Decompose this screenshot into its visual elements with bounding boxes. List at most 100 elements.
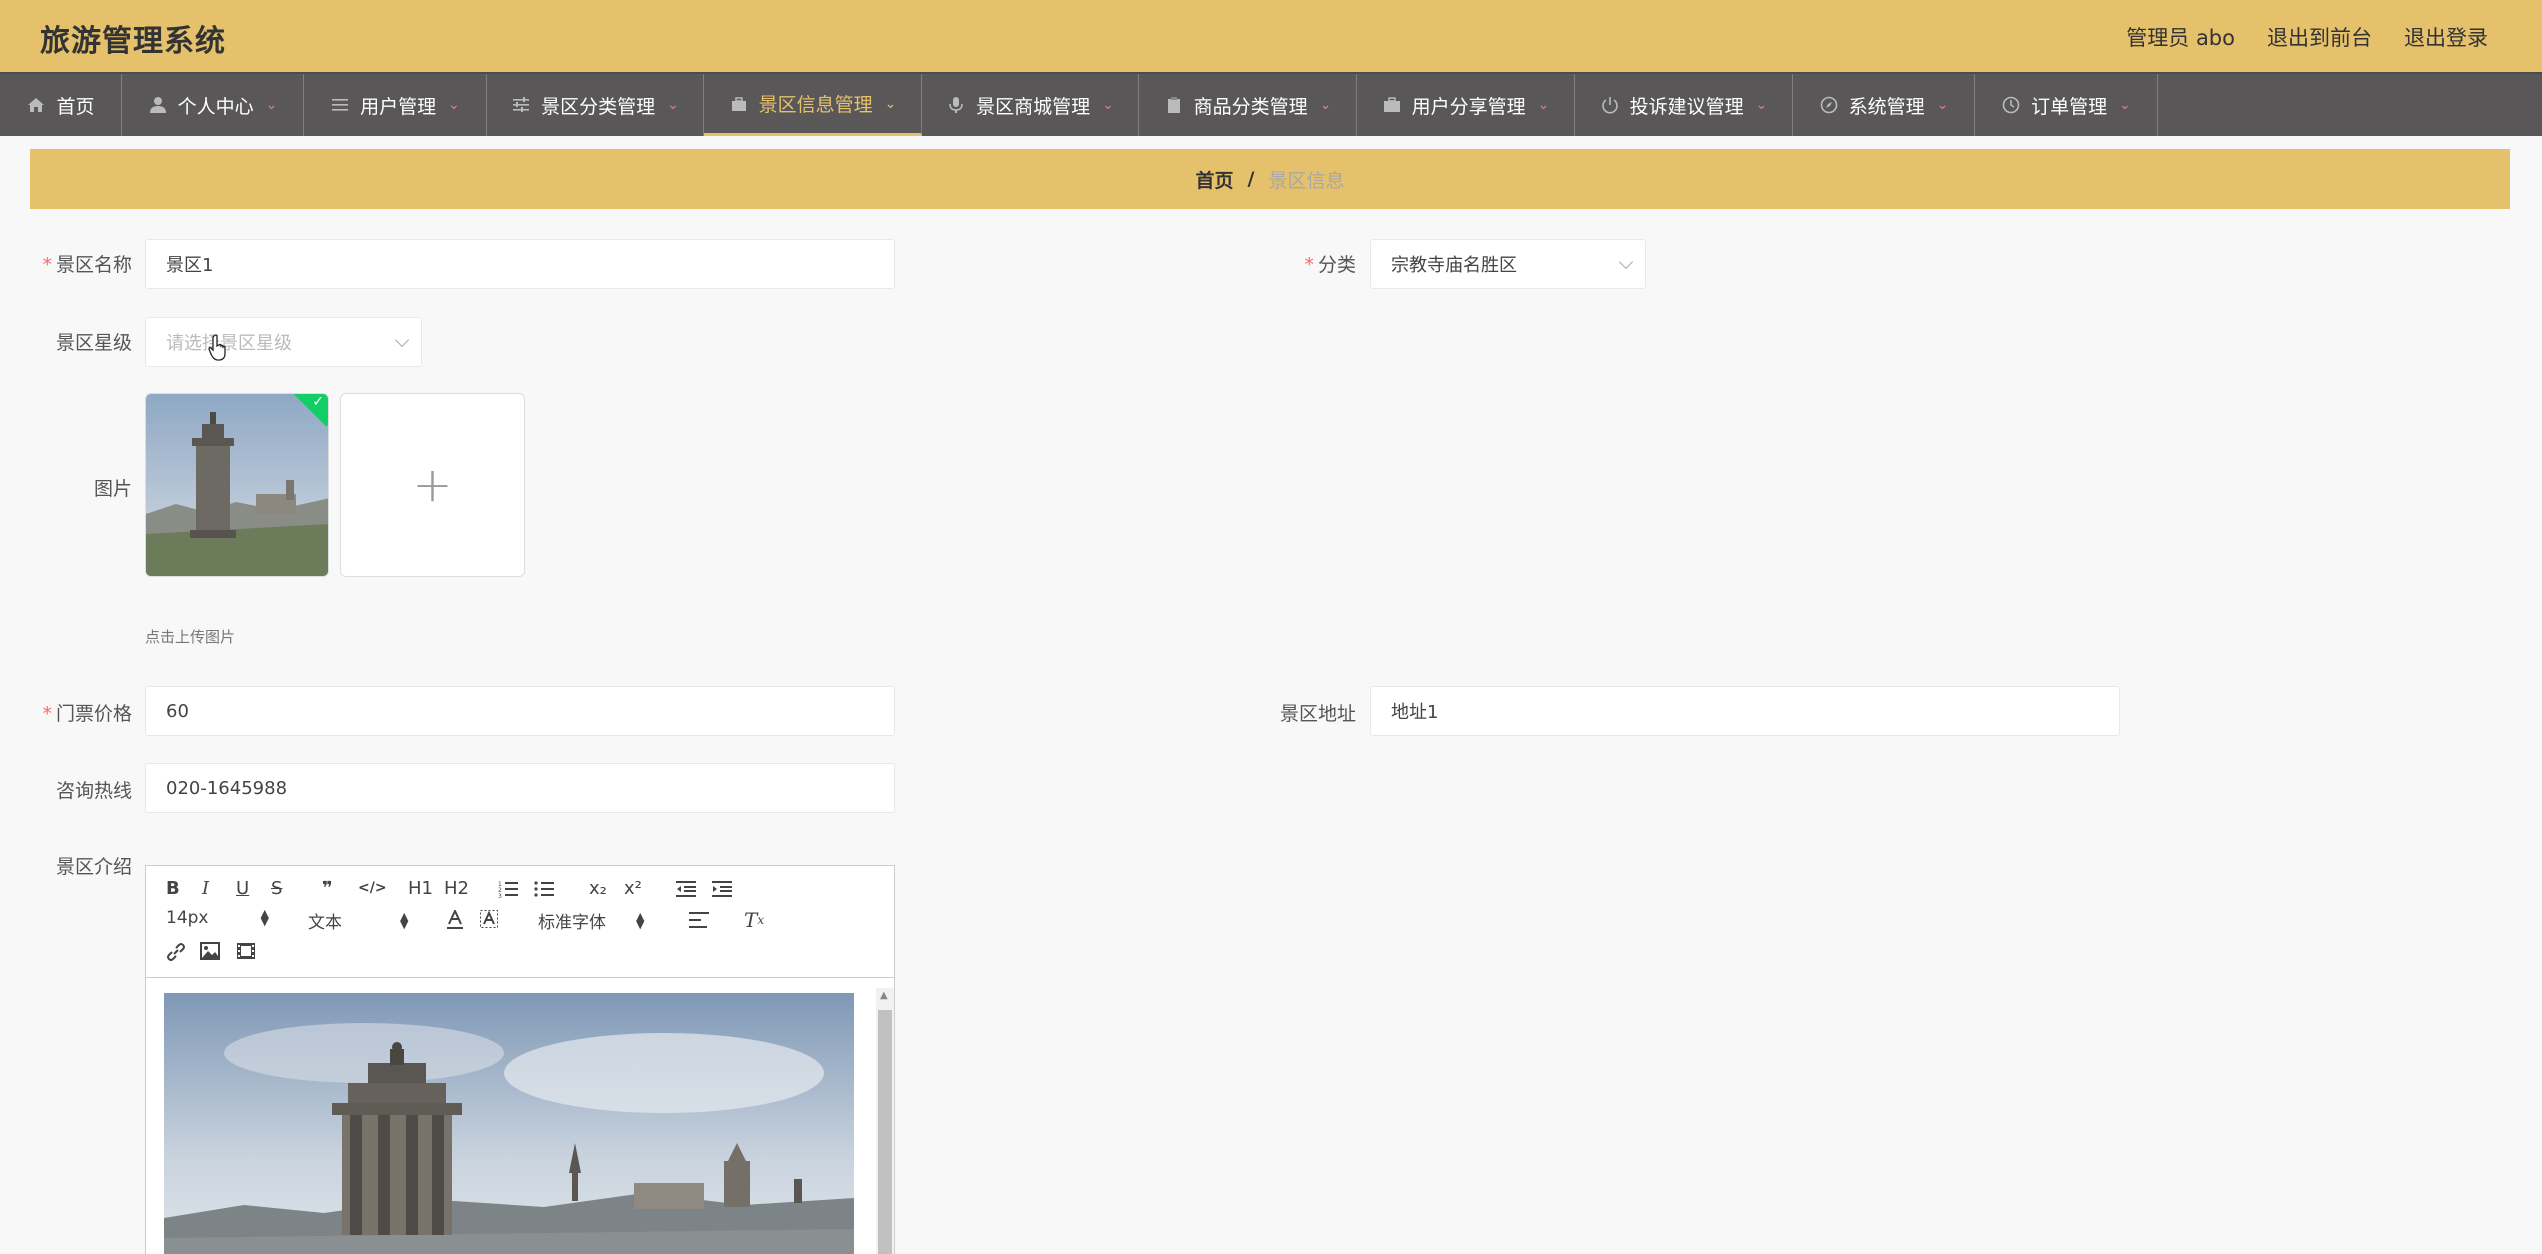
outdent-icon[interactable] [676, 880, 696, 898]
bold-button[interactable]: B [166, 878, 180, 899]
nav-label: 系统管理 [1848, 95, 1925, 118]
nav-user-management[interactable]: 用户管理 ⌄ [304, 74, 487, 136]
link-icon[interactable] [166, 942, 186, 962]
font-family-value: 标准字体 [538, 913, 606, 933]
up-down-icon: ▲ ▼ [400, 909, 409, 931]
superscript-button[interactable]: x² [624, 878, 642, 899]
top-header: 旅游管理系统 管理员 abo 退出到前台 退出登录 [0, 0, 2542, 72]
nav-scenic-mall-management[interactable]: 景区商城管理 ⌄ [922, 74, 1139, 136]
home-icon [26, 95, 46, 115]
clear-format-icon[interactable]: Tx [744, 908, 764, 932]
nav-label: 商品分类管理 [1193, 95, 1308, 118]
subscript-button[interactable]: x₂ [589, 878, 607, 899]
font-family-select[interactable]: 标准字体 ▲ ▼ [538, 908, 645, 934]
header-links: 管理员 abo 退出到前台 退出登录 [2126, 22, 2488, 52]
compass-icon [1819, 95, 1839, 115]
nav-home[interactable]: 首页 [0, 74, 122, 136]
font-size-value: 14px [166, 908, 209, 928]
up-down-icon: ▲ ▼ [636, 909, 645, 931]
list-icon [330, 95, 350, 115]
editor-scrollbar[interactable]: ▲ [876, 988, 894, 1254]
nav-label: 景区商城管理 [976, 95, 1091, 118]
font-size-select[interactable]: 14px ▲ ▼ [166, 908, 269, 928]
block-format-select[interactable]: 文本 ▲ ▼ [308, 908, 409, 934]
briefcase-icon [729, 94, 749, 114]
user-icon [148, 95, 168, 115]
scroll-up-arrow-icon[interactable]: ▲ [880, 990, 888, 1001]
block-format-value: 文本 [308, 913, 342, 933]
nav-order-management[interactable]: 订单管理 ⌄ [1975, 74, 2158, 136]
chevron-down-icon: ⌄ [448, 97, 460, 113]
breadcrumb-current: 景区信息 [1268, 169, 1345, 192]
category-label: * 分类 [1304, 254, 1356, 276]
intro-label: 景区介绍 [55, 856, 132, 878]
address-input[interactable]: 地址1 [1370, 686, 2120, 736]
quote-button[interactable]: ❞ [322, 878, 333, 899]
hotline-label: 咨询热线 [55, 780, 132, 802]
uploaded-image-thumbnail[interactable]: ✓ [145, 393, 329, 577]
chevron-down-icon: ⌄ [884, 95, 897, 112]
bullet-list-icon[interactable] [534, 880, 554, 898]
rich-text-editor: B I U S ❞ </> H1 H2 123 x₂ x² 14px ▲ ▼ 文本 ▲… [145, 865, 895, 1254]
scrollbar-thumb[interactable] [878, 1010, 892, 1254]
upload-tip: 点击上传图片 [145, 628, 236, 646]
clock-icon [2001, 95, 2021, 115]
image-icon[interactable] [200, 942, 220, 960]
main-nav: 首页 个人中心 ⌄ 用户管理 ⌄ 景区分类管理 ⌄ 景区信息管理 ⌄ 景区商城管… [0, 72, 2542, 136]
clipboard-icon [1164, 95, 1184, 115]
header2-button[interactable]: H2 [444, 878, 469, 899]
editor-content[interactable]: ▲ [146, 978, 894, 1254]
underline-button[interactable]: U [236, 878, 249, 899]
chevron-down-icon: ⌄ [1102, 97, 1114, 113]
nav-user-share-management[interactable]: 用户分享管理 ⌄ [1357, 74, 1575, 136]
editor-toolbar: B I U S ❞ </> H1 H2 123 x₂ x² 14px ▲ ▼ 文本 ▲… [146, 866, 894, 978]
scenic-name-input[interactable]: 景区1 [145, 239, 895, 289]
hand-cursor-icon [208, 334, 226, 361]
italic-button[interactable]: I [202, 878, 209, 899]
text-color-icon[interactable] [446, 910, 464, 930]
monument-photo [146, 394, 328, 576]
background-color-icon[interactable] [480, 910, 498, 930]
hotline-input[interactable]: 020-1645988 [145, 763, 895, 813]
admin-user-label[interactable]: 管理员 abo [2126, 22, 2235, 52]
sliders-icon [511, 95, 531, 115]
nav-scenic-info-management[interactable]: 景区信息管理 ⌄ [704, 74, 922, 136]
microphone-icon [946, 95, 966, 115]
ordered-list-icon[interactable]: 123 [498, 880, 518, 898]
logout-link[interactable]: 退出登录 [2404, 22, 2488, 52]
chevron-down-icon [394, 332, 410, 348]
nav-scenic-category-management[interactable]: 景区分类管理 ⌄ [487, 74, 704, 136]
chevron-down-icon: ⌄ [1319, 97, 1332, 113]
breadcrumb: 首页 / 景区信息 [30, 149, 2510, 209]
ticket-price-input[interactable]: 60 [145, 686, 895, 736]
header1-button[interactable]: H1 [408, 878, 433, 899]
nav-label: 景区分类管理 [541, 95, 656, 118]
chevron-down-icon: ⌄ [2119, 97, 2131, 113]
nav-complaint-management[interactable]: 投诉建议管理 ⌄ [1575, 74, 1793, 136]
category-select[interactable]: 宗教寺庙名胜区 [1370, 239, 1646, 289]
scenic-star-select[interactable]: 请选择景区星级 [145, 317, 422, 367]
ticket-price-label: * 门票价格 [42, 703, 132, 725]
breadcrumb-separator: / [1247, 168, 1255, 190]
align-left-icon[interactable] [689, 912, 709, 928]
app-title: 旅游管理系统 [40, 24, 226, 59]
category-select-value: 宗教寺庙名胜区 [1391, 255, 1517, 276]
breadcrumb-home[interactable]: 首页 [1196, 166, 1234, 193]
scenic-star-label: 景区星级 [55, 332, 132, 354]
address-label: 景区地址 [1279, 703, 1356, 725]
back-to-frontend-link[interactable]: 退出到前台 [2267, 22, 2372, 52]
nav-personal-center[interactable]: 个人中心 ⌄ [122, 74, 304, 136]
nav-label: 景区信息管理 [758, 94, 873, 116]
indent-icon[interactable] [712, 880, 732, 898]
nav-system-management[interactable]: 系统管理 ⌄ [1793, 74, 1975, 136]
chevron-down-icon: ⌄ [667, 97, 679, 113]
suitcase-icon [1382, 95, 1402, 115]
chevron-down-icon: ⌄ [265, 97, 278, 113]
nav-product-category-management[interactable]: 商品分类管理 ⌄ [1139, 74, 1357, 136]
image-upload-button[interactable]: + [340, 393, 525, 577]
code-block-button[interactable]: </> [358, 880, 387, 896]
up-down-icon: ▲ ▼ [260, 907, 269, 928]
strike-button[interactable]: S [271, 878, 282, 899]
chevron-down-icon [1618, 254, 1634, 270]
video-icon[interactable] [236, 942, 256, 960]
